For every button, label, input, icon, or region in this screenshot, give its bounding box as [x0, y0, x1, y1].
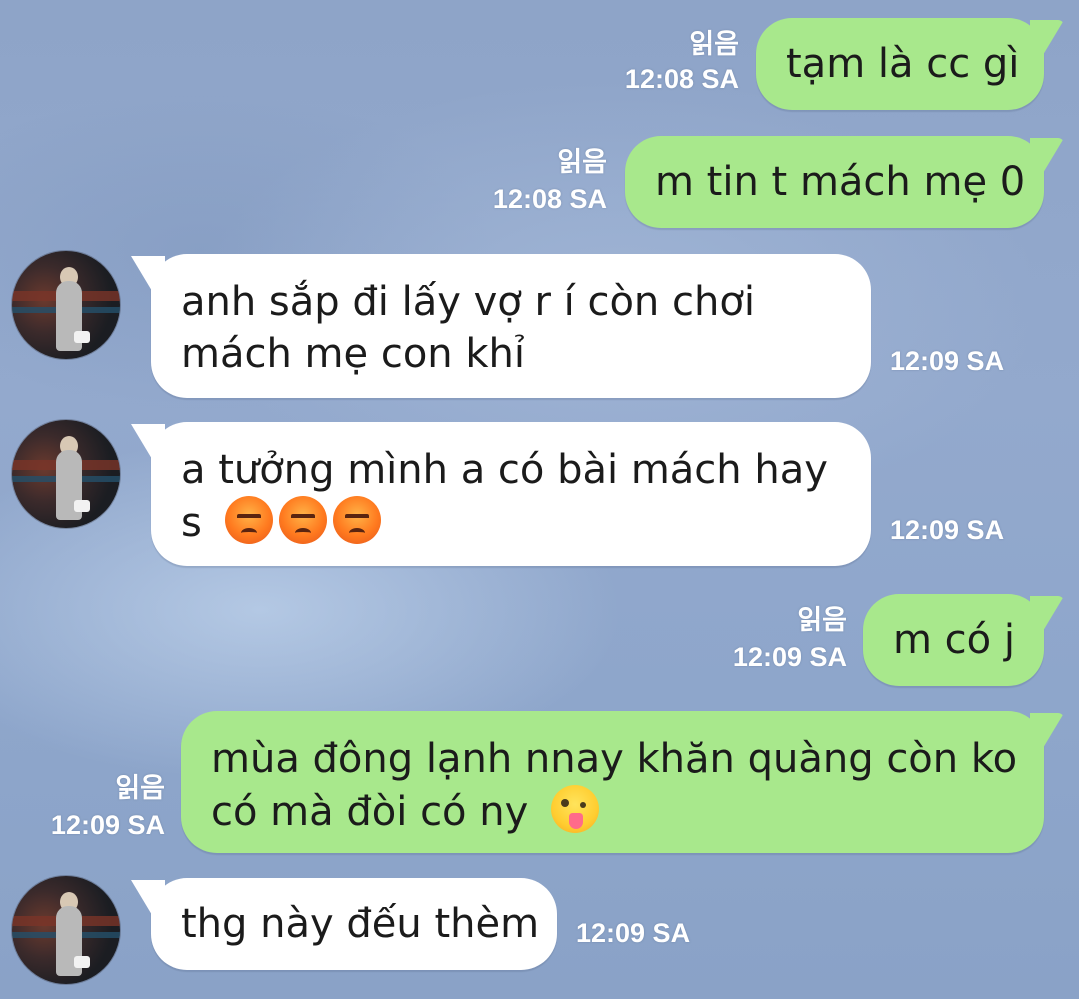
angry-face-icon: [332, 496, 381, 544]
incoming-message-bubble[interactable]: a tưởng mình a có bài mách hay s: [151, 422, 871, 566]
message-text: s: [181, 500, 202, 546]
avatar[interactable]: [12, 251, 120, 359]
winking-tongue-face-icon: [550, 785, 599, 833]
message-text-line-with-emoji: có mà đòi có ny: [211, 785, 605, 838]
message-time: 12:09 SA: [576, 918, 691, 948]
message-time: 12:09 SA: [732, 642, 847, 672]
message-text: m có j: [893, 617, 1015, 663]
read-receipt: 읽음: [797, 605, 847, 636]
message-text-line: anh sắp đi lấy vợ r í còn chơi: [181, 279, 755, 325]
message-time: 12:09 SA: [890, 515, 1005, 545]
message-text: m tin t mách mẹ 0: [655, 159, 1026, 205]
message-time: 12:09 SA: [50, 810, 165, 840]
avatar[interactable]: [12, 876, 120, 984]
avatar[interactable]: [12, 420, 120, 528]
outgoing-message-bubble[interactable]: tạm là cc gì: [756, 18, 1044, 110]
message-text-line-with-emoji: s: [181, 496, 387, 549]
message-text-line: mách mẹ con khỉ: [181, 331, 525, 377]
message-text: thg này đếu thèm: [181, 901, 540, 947]
outgoing-message-bubble[interactable]: m có j: [863, 594, 1044, 686]
incoming-message-bubble[interactable]: thg này đếu thèm: [151, 878, 557, 970]
read-receipt: 읽음: [689, 29, 739, 60]
read-receipt: 읽음: [115, 773, 165, 804]
outgoing-message-bubble[interactable]: mùa đông lạnh nnay khăn quàng còn ko có …: [181, 711, 1044, 853]
message-time: 12:08 SA: [492, 184, 607, 214]
message-time: 12:08 SA: [624, 64, 739, 94]
angry-face-icon: [278, 496, 327, 544]
outgoing-message-bubble[interactable]: m tin t mách mẹ 0: [625, 136, 1044, 228]
message-text: tạm là cc gì: [786, 41, 1020, 87]
message-text-line: mùa đông lạnh nnay khăn quàng còn ko: [211, 736, 1018, 782]
message-time: 12:09 SA: [890, 346, 1005, 376]
angry-face-icon: [224, 496, 273, 544]
read-receipt: 읽음: [557, 147, 607, 178]
message-text: có mà đòi có ny: [211, 789, 529, 835]
message-text-line: a tưởng mình a có bài mách hay: [181, 447, 828, 493]
incoming-message-bubble[interactable]: anh sắp đi lấy vợ r í còn chơi mách mẹ c…: [151, 254, 871, 398]
